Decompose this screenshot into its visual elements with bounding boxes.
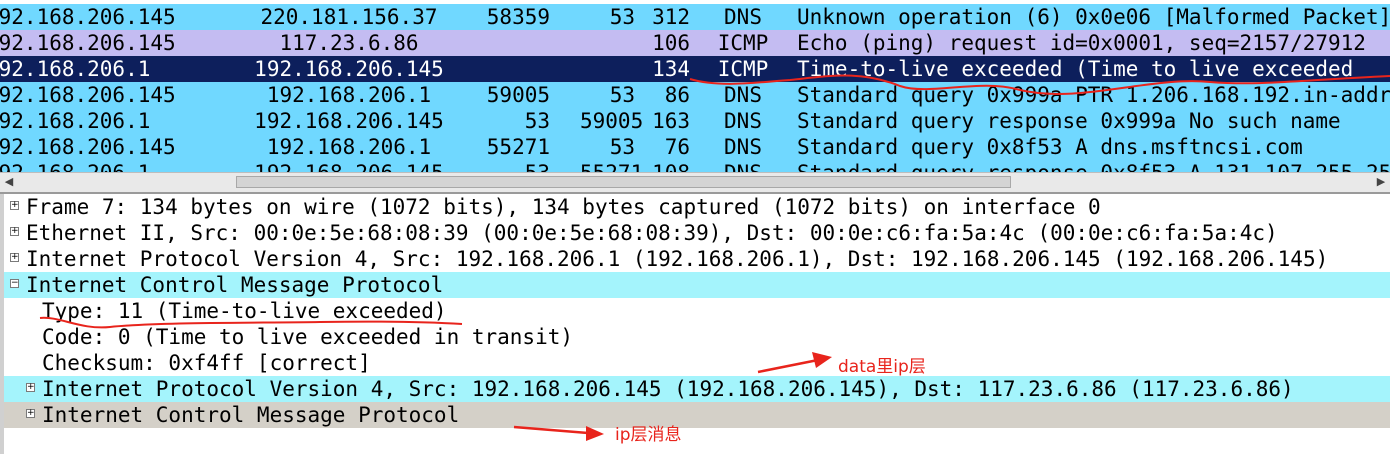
packet-cell-dst: 220.181.156.37 [260,5,438,29]
packet-cell-src: 192.168.206.1 [0,160,186,172]
expand-icon[interactable]: + [10,227,19,236]
packet-cell-src: 192.168.206.145 [0,83,176,107]
packet-cell-proto: DNS [724,109,762,133]
packet-cell-sport: 58359 [486,5,550,29]
packet-list: 192.168.206.145 220.181.156.37 58359 53 312 D… [0,0,1390,172]
packet-cell-sport: 53 [455,160,550,172]
packet-cell-info: Standard query response 0x8f53 A 131.107… [797,160,1390,172]
packet-cell-len: 108 [635,160,690,172]
packet-row[interactable]: 192.168.206.145 220.181.156.37 58359 53 312 D… [0,4,1390,30]
detail-node[interactable]: Checksum: 0xf4ff [correct] [4,350,1390,376]
packet-cell-proto: ICMP [717,31,769,55]
packet-cell-src: 192.168.206.1 [0,57,151,81]
packet-cell-len: 134 [652,57,690,81]
scroll-right-icon[interactable]: ▶ [1374,175,1388,189]
packet-cell-sport: 59005 [486,83,550,107]
detail-node[interactable]: + Internet Protocol Version 4, Src: 192.1… [4,246,1390,272]
detail-node[interactable]: + Ethernet II, Src: 00:0e:5e:68:08:39 (00… [4,220,1390,246]
packet-cell-dst: 192.168.206.145 [254,109,444,133]
packet-cell-dst: 192.168.206.145 [254,57,444,81]
packet-cell-proto: DNS [724,135,762,159]
detail-node-label: Frame 7: 134 bytes on wire (1072 bits), … [26,195,1101,219]
packet-cell-info: Time-to-live exceeded (Time to live exce… [797,57,1354,81]
packet-detail-tree: + Frame 7: 134 bytes on wire (1072 bits),… [0,194,1390,454]
detail-node[interactable]: − Internet Control Message Protocol [4,272,1390,298]
packet-cell-dport: 59005 [580,109,644,133]
detail-node-label: Checksum: 0xf4ff [correct] [42,351,371,375]
packet-cell-info: Standard query response 0x999a No such n… [797,109,1341,133]
packet-cell-proto: DNS [724,5,762,29]
packet-row[interactable]: 192.168.206.145 117.23.6.86 106 ICMP Echo (p… [0,30,1390,56]
detail-node-label: Ethernet II, Src: 00:0e:5e:68:08:39 (00:… [26,221,1278,245]
detail-node-label: Internet Control Message Protocol [42,403,460,427]
packet-cell-src: 192.168.206.145 [0,31,176,55]
packet-cell-dport: 53 [609,5,635,29]
collapse-icon[interactable]: − [10,279,19,288]
packet-cell-sport: 55271 [486,135,550,159]
expand-icon[interactable]: + [26,383,35,392]
packet-cell-proto: DNS [724,83,762,107]
detail-node-label: Internet Protocol Version 4, Src: 192.16… [26,247,1329,271]
packet-row[interactable]: 192.168.206.145 192.168.206.1 55271 53 76 DNS… [0,134,1390,160]
packet-cell-info: Standard query 0x8f53 A dns.msftncsi.com [797,135,1303,159]
packet-cell-info: Echo (ping) request id=0x0001, seq=2157/… [797,31,1366,55]
packet-cell-len: 163 [652,109,690,133]
detail-node[interactable]: + Internet Protocol Version 4, Src: 192.1… [4,376,1390,402]
expand-icon[interactable]: + [10,201,19,210]
scrollbar-thumb[interactable] [236,176,1011,188]
packet-cell-info: Standard query 0x999a PTR 1.206.168.192.… [797,83,1390,107]
packet-row[interactable]: 192.168.206.145 192.168.206.1 59005 53 86 DNS… [0,82,1390,108]
packet-row[interactable]: 192.168.206.1 192.168.206.145 134 ICMP Time-… [0,56,1390,82]
detail-node[interactable]: Type: 11 (Time-to-live exceeded) [4,298,1390,324]
packet-cell-dst: 117.23.6.86 [279,31,419,55]
packet-cell-len: 76 [664,135,690,159]
packet-cell-info: Unknown operation (6) 0x0e06 [Malformed … [797,5,1390,29]
packet-cell-dst: 192.168.206.1 [266,135,432,159]
packet-cell-dport: 53 [609,135,635,159]
packet-cell-src: 192.168.206.145 [0,135,176,159]
horizontal-scrollbar[interactable]: ◀ ▶ [0,172,1390,192]
packet-cell-dport: 55271 [580,160,643,172]
packet-cell-proto: DNS [708,160,778,172]
packet-cell-len: 86 [664,83,690,107]
detail-node-label: Internet Protocol Version 4, Src: 192.16… [42,377,1294,401]
packet-cell-sport: 53 [524,109,550,133]
packet-cell-proto: ICMP [717,57,769,81]
detail-node-label: Code: 0 (Time to live exceeded in transi… [42,325,574,349]
packet-cell-len: 106 [652,31,690,55]
detail-node-label: Type: 11 (Time-to-live exceeded) [42,299,447,323]
detail-node[interactable]: Code: 0 (Time to live exceeded in transi… [4,324,1390,350]
detail-node[interactable]: + Internet Control Message Protocol [4,402,1390,428]
detail-node[interactable]: + Frame 7: 134 bytes on wire (1072 bits),… [4,194,1390,220]
packet-cell-len: 312 [652,5,690,29]
packet-cell-dst: 192.168.206.1 [266,83,432,107]
packet-cell-dport: 53 [609,83,635,107]
packet-cell-src: 192.168.206.145 [0,5,176,29]
packet-row[interactable]: 192.168.206.1 192.168.206.14553 55271108 DN… [0,160,1390,172]
packet-row[interactable]: 192.168.206.1 192.168.206.145 53 59005 163 DN… [0,108,1390,134]
expand-icon[interactable]: + [10,253,19,262]
detail-node-label: Internet Control Message Protocol [26,273,444,297]
expand-icon[interactable]: + [26,409,35,418]
packet-cell-src: 192.168.206.1 [0,109,151,133]
scroll-left-icon[interactable]: ◀ [2,175,16,189]
packet-cell-dst: 192.168.206.145 [238,160,460,172]
